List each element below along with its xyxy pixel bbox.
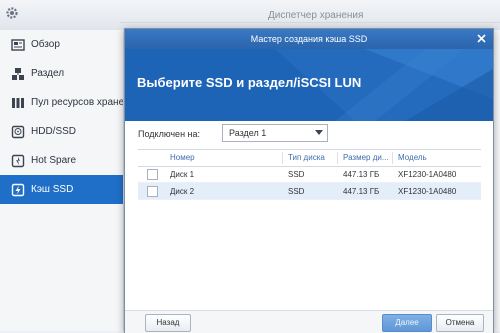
dialog-body: Подключен на: Раздел 1 Номер Тип диска Р… <box>125 121 493 311</box>
window-titlebar: Диспетчер хранения <box>0 0 500 31</box>
sidebar-item-label: Hot Spare <box>31 155 77 166</box>
sidebar-item-storage-pool[interactable]: Пул ресурсов хранени <box>0 88 123 117</box>
sidebar-item-label: HDD/SSD <box>31 126 77 137</box>
sidebar-item-overview[interactable]: Обзор <box>0 30 123 59</box>
cell-disk-type: SSD <box>288 170 305 179</box>
ssd-table: Номер Тип диска Размер ди... Модель Диск… <box>138 149 481 303</box>
sidebar-item-label: Пул ресурсов хранени <box>31 97 123 108</box>
chevron-down-icon <box>315 130 323 135</box>
sidebar-item-ssd-cache[interactable]: Кэш SSD <box>0 175 123 204</box>
table-row[interactable]: Диск 2 SSD 447.13 ГБ XF1230-1A0480 <box>138 183 481 200</box>
cancel-button[interactable]: Отмена <box>436 314 484 332</box>
column-header-disk-type[interactable]: Тип диска <box>288 153 325 162</box>
dialog-banner: Выберите SSD и раздел/iSCSI LUN <box>125 49 493 121</box>
column-header-disk-size[interactable]: Размер ди... <box>343 153 389 162</box>
cell-model: XF1230-1A0480 <box>398 170 457 179</box>
volume-select[interactable]: Раздел 1 <box>222 124 328 142</box>
column-divider <box>282 152 283 164</box>
hdd-icon <box>11 125 25 138</box>
dialog-titlebar: Мастер создания кэша SSD <box>125 29 493 49</box>
storage-pool-icon <box>12 97 24 108</box>
back-button[interactable]: Назад <box>145 314 191 332</box>
dialog-title: Мастер создания кэша SSD <box>250 34 368 44</box>
table-header: Номер Тип диска Размер ди... Модель <box>138 149 481 167</box>
settings-gear-icon[interactable] <box>5 6 19 20</box>
sidebar-item-volume[interactable]: Раздел <box>0 59 123 88</box>
row-checkbox[interactable] <box>147 186 158 197</box>
column-divider <box>337 152 338 164</box>
sidebar-item-hdd-ssd[interactable]: HDD/SSD <box>0 117 123 146</box>
next-button[interactable]: Далее <box>382 314 432 332</box>
connected-on-label: Подключен на: <box>138 129 201 139</box>
ssd-cache-wizard-dialog: Мастер создания кэша SSD Выберите SSD и … <box>124 28 494 333</box>
volume-icon <box>12 67 24 80</box>
cell-disk-size: 447.13 ГБ <box>343 187 380 196</box>
ssd-cache-icon <box>11 183 25 196</box>
app-title: Диспетчер хранения <box>268 10 364 21</box>
sidebar-item-label: Раздел <box>31 68 65 79</box>
hot-spare-icon <box>11 154 25 167</box>
cell-disk-type: SSD <box>288 187 305 196</box>
cell-number: Диск 1 <box>170 170 195 179</box>
sidebar-item-label: Кэш SSD <box>31 184 74 195</box>
volume-select-value: Раздел 1 <box>229 128 267 138</box>
sidebar-item-hot-spare[interactable]: Hot Spare <box>0 146 123 175</box>
close-icon[interactable] <box>476 33 487 44</box>
row-checkbox[interactable] <box>147 169 158 180</box>
sidebar: Обзор Раздел Пул ресурсов хранени HDD/SS… <box>0 30 124 331</box>
column-header-model[interactable]: Модель <box>398 153 427 162</box>
dialog-heading: Выберите SSD и раздел/iSCSI LUN <box>137 75 362 90</box>
column-header-number[interactable]: Номер <box>170 153 195 162</box>
cell-disk-size: 447.13 ГБ <box>343 170 380 179</box>
column-divider <box>392 152 393 164</box>
cell-number: Диск 2 <box>170 187 195 196</box>
dialog-footer: Назад Далее Отмена <box>125 310 493 333</box>
table-row[interactable]: Диск 1 SSD 447.13 ГБ XF1230-1A0480 <box>138 166 481 183</box>
overview-icon <box>11 38 25 51</box>
sidebar-item-label: Обзор <box>31 39 60 50</box>
cell-model: XF1230-1A0480 <box>398 187 457 196</box>
